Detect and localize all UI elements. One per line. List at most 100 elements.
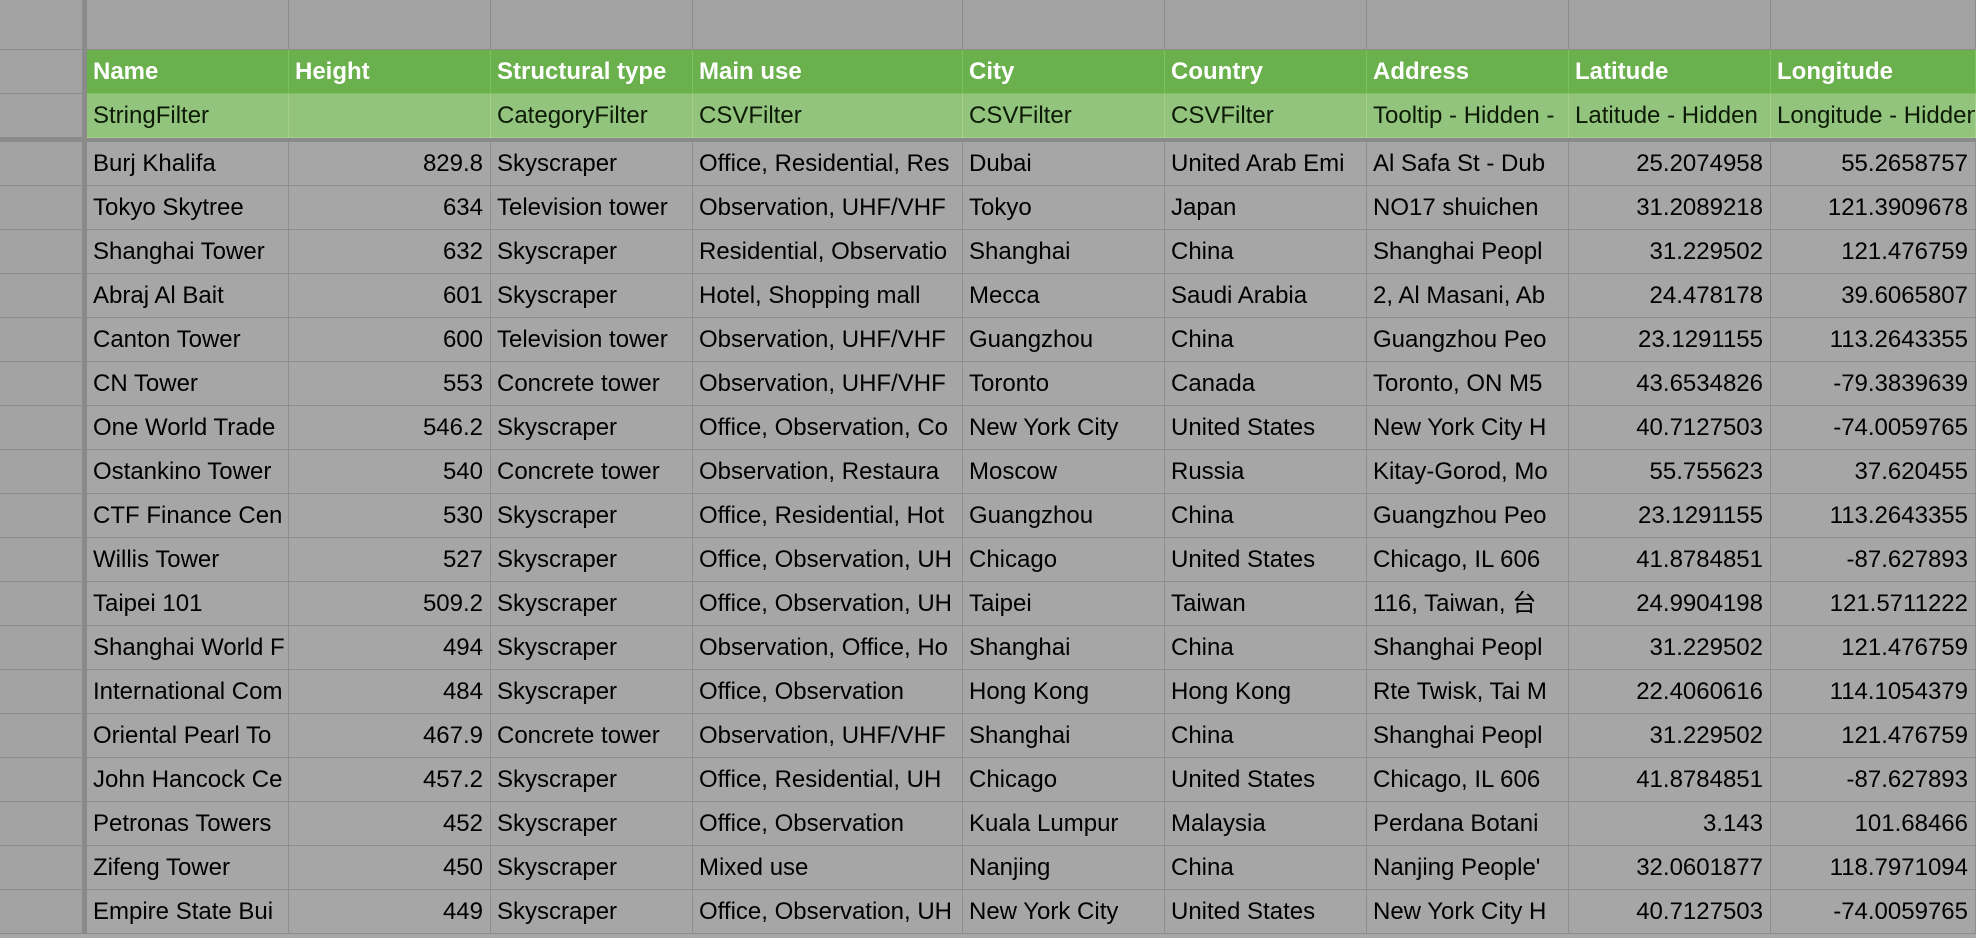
row-header-15[interactable] bbox=[0, 670, 87, 714]
cell-a19[interactable]: Zifeng Tower bbox=[87, 846, 289, 890]
cell-h4[interactable]: 31.2089218 bbox=[1569, 186, 1771, 230]
cell-h14[interactable]: 31.229502 bbox=[1569, 626, 1771, 670]
cell-a5[interactable]: Shanghai Tower bbox=[87, 230, 289, 274]
cell-f8[interactable]: Canada bbox=[1165, 362, 1367, 406]
cell-b2[interactable] bbox=[289, 94, 491, 138]
cell-f17[interactable]: United States bbox=[1165, 758, 1367, 802]
cell-i1[interactable]: Longitude bbox=[1771, 50, 1976, 94]
cell-c17[interactable]: Skyscraper bbox=[491, 758, 693, 802]
column-header-g[interactable] bbox=[1367, 0, 1569, 50]
cell-c2[interactable]: CategoryFilter bbox=[491, 94, 693, 138]
cell-h17[interactable]: 41.8784851 bbox=[1569, 758, 1771, 802]
cell-i8[interactable]: -79.3839639 bbox=[1771, 362, 1976, 406]
cell-g19[interactable]: Nanjing People' bbox=[1367, 846, 1569, 890]
cell-b20[interactable]: 449 bbox=[289, 890, 491, 934]
cell-c9[interactable]: Skyscraper bbox=[491, 406, 693, 450]
row-header-20[interactable] bbox=[0, 890, 87, 934]
cell-c16[interactable]: Concrete tower bbox=[491, 714, 693, 758]
cell-a15[interactable]: International Com bbox=[87, 670, 289, 714]
cell-b8[interactable]: 553 bbox=[289, 362, 491, 406]
cell-f9[interactable]: United States bbox=[1165, 406, 1367, 450]
cell-i6[interactable]: 39.6065807 bbox=[1771, 274, 1976, 318]
cell-g2[interactable]: Tooltip - Hidden - bbox=[1367, 94, 1569, 138]
cell-d2[interactable]: CSVFilter bbox=[693, 94, 963, 138]
cell-i3[interactable]: 55.2658757 bbox=[1771, 142, 1976, 186]
cell-d13[interactable]: Office, Observation, UH bbox=[693, 582, 963, 626]
cell-f7[interactable]: China bbox=[1165, 318, 1367, 362]
cell-i16[interactable]: 121.476759 bbox=[1771, 714, 1976, 758]
row-header-11[interactable] bbox=[0, 494, 87, 538]
cell-h19[interactable]: 32.0601877 bbox=[1569, 846, 1771, 890]
select-all-corner[interactable] bbox=[0, 0, 87, 50]
cell-a9[interactable]: One World Trade bbox=[87, 406, 289, 450]
cell-c14[interactable]: Skyscraper bbox=[491, 626, 693, 670]
cell-f18[interactable]: Malaysia bbox=[1165, 802, 1367, 846]
cell-h3[interactable]: 25.2074958 bbox=[1569, 142, 1771, 186]
cell-g17[interactable]: Chicago, IL 606 bbox=[1367, 758, 1569, 802]
cell-f15[interactable]: Hong Kong bbox=[1165, 670, 1367, 714]
cell-d18[interactable]: Office, Observation bbox=[693, 802, 963, 846]
cell-e18[interactable]: Kuala Lumpur bbox=[963, 802, 1165, 846]
cell-e9[interactable]: New York City bbox=[963, 406, 1165, 450]
cell-h15[interactable]: 22.4060616 bbox=[1569, 670, 1771, 714]
cell-e6[interactable]: Mecca bbox=[963, 274, 1165, 318]
cell-e13[interactable]: Taipei bbox=[963, 582, 1165, 626]
cell-a6[interactable]: Abraj Al Bait bbox=[87, 274, 289, 318]
cell-c4[interactable]: Television tower bbox=[491, 186, 693, 230]
row-header-13[interactable] bbox=[0, 582, 87, 626]
column-header-h[interactable] bbox=[1569, 0, 1771, 50]
cell-d15[interactable]: Office, Observation bbox=[693, 670, 963, 714]
cell-b16[interactable]: 467.9 bbox=[289, 714, 491, 758]
row-header-6[interactable] bbox=[0, 274, 87, 318]
cell-g10[interactable]: Kitay-Gorod, Mo bbox=[1367, 450, 1569, 494]
cell-d17[interactable]: Office, Residential, UH bbox=[693, 758, 963, 802]
cell-i20[interactable]: -74.0059765 bbox=[1771, 890, 1976, 934]
cell-d6[interactable]: Hotel, Shopping mall bbox=[693, 274, 963, 318]
cell-h12[interactable]: 41.8784851 bbox=[1569, 538, 1771, 582]
cell-d12[interactable]: Office, Observation, UH bbox=[693, 538, 963, 582]
cell-b1[interactable]: Height bbox=[289, 50, 491, 94]
cell-h2[interactable]: Latitude - Hidden bbox=[1569, 94, 1771, 138]
cell-a4[interactable]: Tokyo Skytree bbox=[87, 186, 289, 230]
cell-c6[interactable]: Skyscraper bbox=[491, 274, 693, 318]
cell-c19[interactable]: Skyscraper bbox=[491, 846, 693, 890]
cell-c13[interactable]: Skyscraper bbox=[491, 582, 693, 626]
cell-e16[interactable]: Shanghai bbox=[963, 714, 1165, 758]
cell-b11[interactable]: 530 bbox=[289, 494, 491, 538]
cell-c1[interactable]: Structural type bbox=[491, 50, 693, 94]
cell-d9[interactable]: Office, Observation, Co bbox=[693, 406, 963, 450]
cell-h18[interactable]: 3.143 bbox=[1569, 802, 1771, 846]
cell-d19[interactable]: Mixed use bbox=[693, 846, 963, 890]
cell-d4[interactable]: Observation, UHF/VHF bbox=[693, 186, 963, 230]
cell-d7[interactable]: Observation, UHF/VHF bbox=[693, 318, 963, 362]
row-header-5[interactable] bbox=[0, 230, 87, 274]
column-header-i[interactable] bbox=[1771, 0, 1976, 50]
cell-d8[interactable]: Observation, UHF/VHF bbox=[693, 362, 963, 406]
cell-h7[interactable]: 23.1291155 bbox=[1569, 318, 1771, 362]
cell-d16[interactable]: Observation, UHF/VHF bbox=[693, 714, 963, 758]
cell-b7[interactable]: 600 bbox=[289, 318, 491, 362]
cell-c20[interactable]: Skyscraper bbox=[491, 890, 693, 934]
cell-e15[interactable]: Hong Kong bbox=[963, 670, 1165, 714]
cell-a17[interactable]: John Hancock Ce bbox=[87, 758, 289, 802]
row-header-18[interactable] bbox=[0, 802, 87, 846]
cell-c7[interactable]: Television tower bbox=[491, 318, 693, 362]
cell-i19[interactable]: 118.7971094 bbox=[1771, 846, 1976, 890]
cell-f5[interactable]: China bbox=[1165, 230, 1367, 274]
cell-e19[interactable]: Nanjing bbox=[963, 846, 1165, 890]
cell-g11[interactable]: Guangzhou Peo bbox=[1367, 494, 1569, 538]
cell-e10[interactable]: Moscow bbox=[963, 450, 1165, 494]
column-header-c[interactable] bbox=[491, 0, 693, 50]
cell-b6[interactable]: 601 bbox=[289, 274, 491, 318]
cell-a8[interactable]: CN Tower bbox=[87, 362, 289, 406]
cell-a13[interactable]: Taipei 101 bbox=[87, 582, 289, 626]
cell-g13[interactable]: 116, Taiwan, 台 bbox=[1367, 582, 1569, 626]
cell-b19[interactable]: 450 bbox=[289, 846, 491, 890]
cell-f2[interactable]: CSVFilter bbox=[1165, 94, 1367, 138]
cell-g8[interactable]: Toronto, ON M5 bbox=[1367, 362, 1569, 406]
cell-i2[interactable]: Longitude - Hidden bbox=[1771, 94, 1976, 138]
cell-b13[interactable]: 509.2 bbox=[289, 582, 491, 626]
cell-a20[interactable]: Empire State Bui bbox=[87, 890, 289, 934]
cell-c10[interactable]: Concrete tower bbox=[491, 450, 693, 494]
cell-e2[interactable]: CSVFilter bbox=[963, 94, 1165, 138]
